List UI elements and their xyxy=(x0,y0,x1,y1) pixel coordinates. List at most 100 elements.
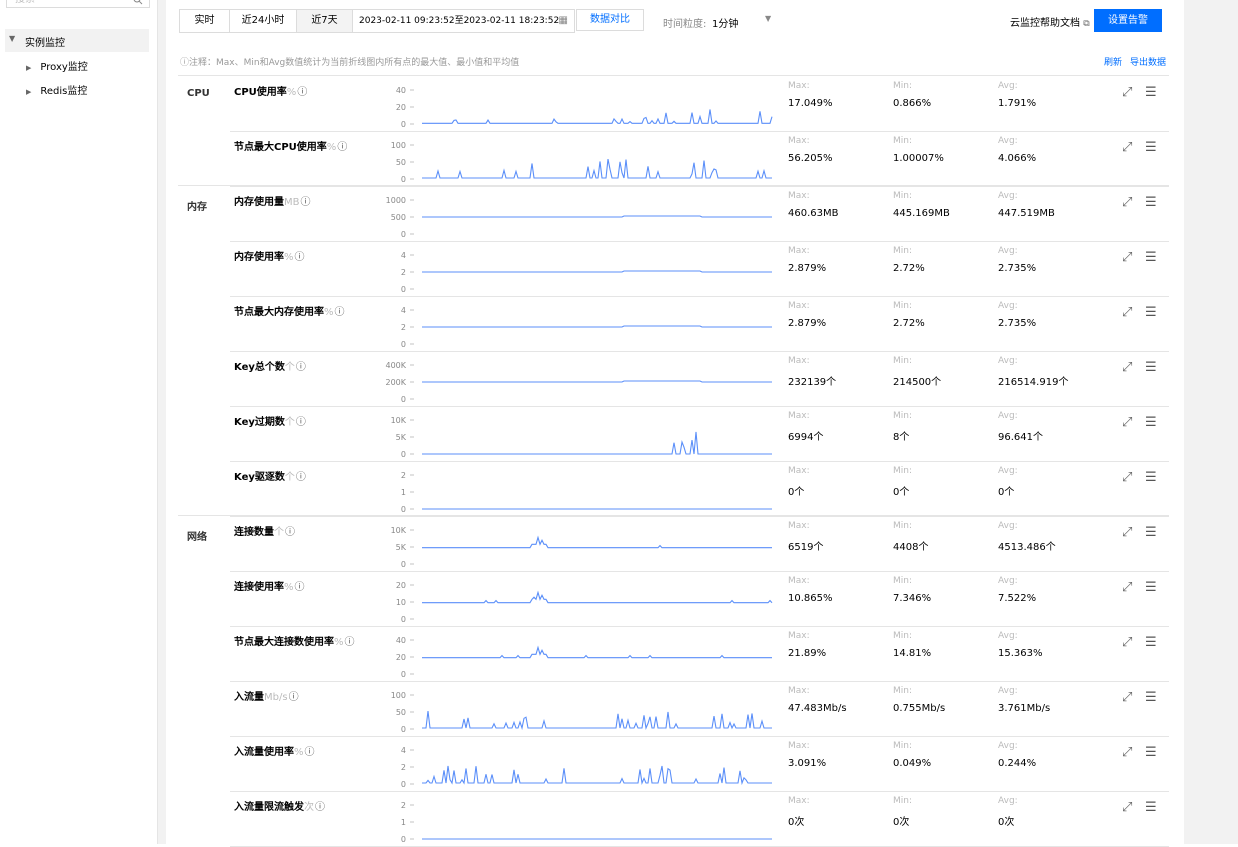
axis-tick-label: 0 xyxy=(401,450,406,459)
right-gutter xyxy=(1184,0,1238,844)
stat-label: Avg: xyxy=(998,301,1018,311)
metric-chart[interactable]: 4 2 0 xyxy=(380,736,775,791)
metric-name-text: 内存使用量 xyxy=(234,197,284,208)
metric-row: 节点最大连接数使用率%ⓘ 40 20 0 Max: 21.89% Min: 14.81% Avg… xyxy=(230,626,1169,682)
menu-icon[interactable]: ☰ xyxy=(1145,745,1157,760)
expand-icon[interactable]: ⤢ xyxy=(1122,745,1132,760)
metric-chart[interactable]: 40 20 0 xyxy=(380,76,775,131)
menu-icon[interactable]: ☰ xyxy=(1145,250,1157,265)
tab-7d[interactable]: 近7天 xyxy=(297,10,353,32)
series-line xyxy=(422,711,772,731)
tab-24h[interactable]: 近24小时 xyxy=(230,10,297,32)
expand-icon[interactable]: ⤢ xyxy=(1122,800,1132,815)
menu-icon[interactable]: ☰ xyxy=(1145,525,1157,540)
expand-icon[interactable]: ⤢ xyxy=(1122,635,1132,650)
menu-icon[interactable]: ☰ xyxy=(1145,690,1157,705)
metric-unit: Mb/s xyxy=(264,692,288,703)
menu-icon[interactable]: ☰ xyxy=(1145,195,1157,210)
info-icon[interactable]: ⓘ xyxy=(295,252,305,263)
expand-icon[interactable]: ⤢ xyxy=(1122,140,1132,155)
metric-chart[interactable]: 400K 200K 0 xyxy=(380,351,775,406)
menu-icon[interactable]: ☰ xyxy=(1145,580,1157,595)
axis-tick-label: 20 xyxy=(396,581,406,590)
stat-value: 7.522% xyxy=(998,593,1037,604)
menu-icon[interactable]: ☰ xyxy=(1145,85,1157,100)
menu-icon[interactable]: ☰ xyxy=(1145,800,1157,815)
metric-chart[interactable]: 1000 500 0 xyxy=(380,186,775,241)
info-icon[interactable]: ⓘ xyxy=(337,142,347,153)
metric-chart[interactable]: 100 50 0 xyxy=(380,681,775,736)
stat-label: Min: xyxy=(893,191,913,201)
stat-label: Min: xyxy=(893,741,913,751)
search-icon[interactable] xyxy=(133,0,143,9)
refresh-link[interactable]: 刷新 xyxy=(1104,55,1122,68)
info-icon[interactable]: ⓘ xyxy=(296,362,306,373)
info-icon[interactable]: ⓘ xyxy=(289,692,299,703)
series-line xyxy=(422,590,773,604)
stat-value: 2.72% xyxy=(893,318,925,329)
expand-icon[interactable]: ⤢ xyxy=(1122,690,1132,705)
expand-icon[interactable]: ⤢ xyxy=(1122,415,1132,430)
axis-tick-label: 400K xyxy=(385,361,406,370)
expand-icon[interactable]: ⤢ xyxy=(1122,360,1132,375)
metric-chart[interactable]: 100 50 0 xyxy=(380,131,775,186)
info-icon[interactable]: ⓘ xyxy=(345,637,355,648)
info-icon[interactable]: ⓘ xyxy=(297,87,307,98)
menu-icon[interactable]: ☰ xyxy=(1145,635,1157,650)
metric-chart[interactable]: 40 20 0 xyxy=(380,626,775,681)
expand-icon[interactable]: ⤢ xyxy=(1122,195,1132,210)
metric-chart[interactable]: 2 1 0 xyxy=(380,461,775,516)
menu-icon[interactable]: ☰ xyxy=(1145,360,1157,375)
stat-value: 2.72% xyxy=(893,263,925,274)
expand-icon[interactable]: ⤢ xyxy=(1122,525,1132,540)
info-icon[interactable]: ⓘ xyxy=(296,472,306,483)
info-icon[interactable]: ⓘ xyxy=(305,747,315,758)
metric-chart[interactable]: 20 10 0 xyxy=(380,571,775,626)
metric-chart[interactable]: 2 1 0 xyxy=(380,791,775,846)
metric-name: Key过期数个ⓘ xyxy=(234,413,306,428)
metric-chart[interactable]: 10K 5K 0 xyxy=(380,406,775,461)
caret-down-icon[interactable]: ▼ xyxy=(9,34,15,43)
stat-label: Avg: xyxy=(998,81,1018,91)
menu-icon[interactable]: ☰ xyxy=(1145,470,1157,485)
metric-chart[interactable]: 10K 5K 0 xyxy=(380,516,775,571)
menu-icon[interactable]: ☰ xyxy=(1145,415,1157,430)
axis-tick-label: 5K xyxy=(396,543,407,552)
menu-icon[interactable]: ☰ xyxy=(1145,140,1157,155)
metric-unit: % xyxy=(284,582,294,593)
metric-name-text: 节点最大连接数使用率 xyxy=(234,637,334,648)
set-alarm-button[interactable]: 设置告警 xyxy=(1094,9,1162,32)
help-doc-link[interactable]: 云监控帮助文档 ⧉ xyxy=(1010,14,1090,29)
expand-icon[interactable]: ⤢ xyxy=(1122,470,1132,485)
chevron-down-icon[interactable]: ▼ xyxy=(765,14,771,23)
info-icon[interactable]: ⓘ xyxy=(295,582,305,593)
expand-icon[interactable]: ⤢ xyxy=(1122,580,1132,595)
info-icon: ⓘ xyxy=(180,58,190,68)
tree-item-instance-monitor[interactable]: ▼ 实例监控 xyxy=(5,29,149,52)
tree-item-proxy[interactable]: ▶ Proxy监控 xyxy=(26,58,88,73)
tab-realtime[interactable]: 实时 xyxy=(180,10,230,32)
export-data-link[interactable]: 导出数据 xyxy=(1130,55,1166,68)
info-icon[interactable]: ⓘ xyxy=(335,307,345,318)
sidebar-search-input[interactable]: 搜索 xyxy=(6,0,150,8)
info-icon[interactable]: ⓘ xyxy=(296,417,306,428)
metric-chart[interactable]: 4 2 0 xyxy=(380,296,775,351)
info-icon[interactable]: ⓘ xyxy=(301,197,311,208)
info-icon[interactable]: ⓘ xyxy=(285,527,295,538)
info-icon[interactable]: ⓘ xyxy=(315,802,325,813)
menu-icon[interactable]: ☰ xyxy=(1145,305,1157,320)
metric-row: Key驱逐数个ⓘ 2 1 0 Max: 0个 Min: 0个 Avg: 0个 ⤢ ☰ xyxy=(230,461,1169,517)
granularity-select[interactable]: 1分钟 xyxy=(712,15,738,30)
expand-icon[interactable]: ⤢ xyxy=(1122,305,1132,320)
granularity-label: 时间粒度: xyxy=(663,19,707,30)
caret-right-icon[interactable]: ▶ xyxy=(26,64,31,72)
metric-chart[interactable]: 4 2 0 xyxy=(380,241,775,296)
caret-right-icon[interactable]: ▶ xyxy=(26,88,31,96)
expand-icon[interactable]: ⤢ xyxy=(1122,85,1132,100)
expand-icon[interactable]: ⤢ xyxy=(1122,250,1132,265)
stat-label: Max: xyxy=(788,356,810,366)
calendar-icon[interactable]: ▦ xyxy=(559,10,568,32)
compare-button[interactable]: 数据对比 xyxy=(576,9,644,31)
tree-item-redis[interactable]: ▶ Redis监控 xyxy=(26,82,87,97)
date-range-picker[interactable]: 2023-02-11 09:23:52至2023-02-11 18:23:52 … xyxy=(353,10,574,32)
